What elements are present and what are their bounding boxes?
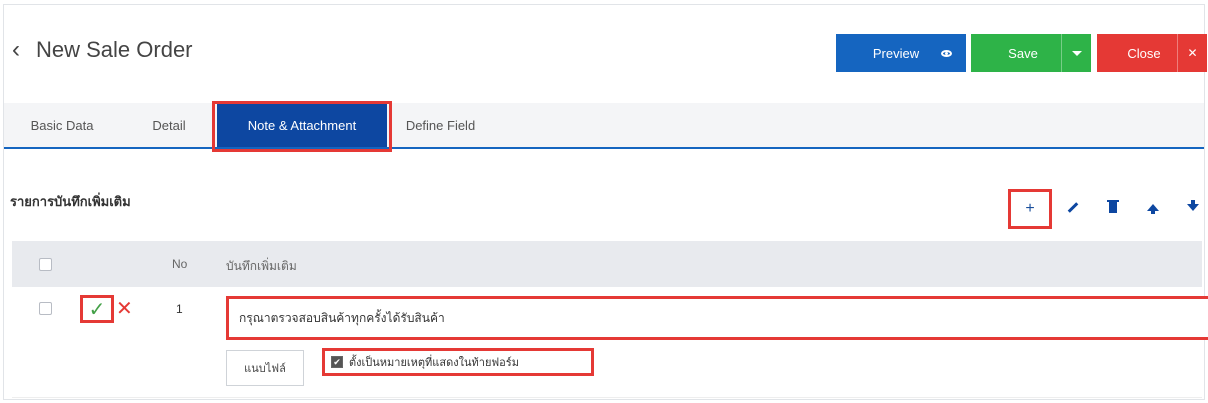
tab-basic-data[interactable]: Basic Data: [12, 103, 112, 147]
arrow-down-icon: [1187, 199, 1199, 211]
column-header-no: No: [172, 257, 188, 271]
arrow-up-icon: [1147, 203, 1159, 214]
footer-remark-option[interactable]: ✔ ตั้งเป็นหมายเหตุที่แสดงในท้ายฟอร์ม: [322, 348, 594, 376]
tab-detail[interactable]: Detail: [129, 103, 209, 147]
cancel-x-icon[interactable]: ✕: [116, 296, 133, 321]
tab-bar: Basic Data Detail Note & Attachment Defi…: [4, 103, 1204, 149]
attach-file-button[interactable]: แนบไฟล์: [226, 350, 304, 386]
close-button[interactable]: Close ✕: [1097, 34, 1207, 72]
footer-remark-checkbox[interactable]: ✔: [331, 356, 343, 368]
move-up-button[interactable]: [1134, 189, 1172, 225]
table-header: No บันทึกเพิ่มเติม: [12, 241, 1202, 287]
preview-label: Preview: [872, 45, 920, 61]
note-toolbar: +: [1008, 189, 1208, 229]
tab-define-field[interactable]: Define Field: [388, 103, 493, 147]
edit-note-button[interactable]: [1054, 189, 1092, 225]
save-label: Save: [1008, 45, 1038, 61]
close-label: Close: [1127, 45, 1161, 61]
highlight-box-tab: [212, 101, 392, 152]
plus-icon: +: [1025, 200, 1035, 217]
row-number: 1: [176, 302, 183, 316]
footer-remark-label: ตั้งเป็นหมายเหตุที่แสดงในท้ายฟอร์ม: [349, 356, 519, 369]
confirm-check-icon[interactable]: ✓: [80, 295, 114, 323]
select-all-checkbox[interactable]: [39, 258, 52, 271]
trash-icon: [1107, 199, 1119, 213]
back-chevron-icon[interactable]: ‹: [12, 37, 20, 63]
move-down-button[interactable]: [1174, 189, 1208, 225]
column-header-note: บันทึกเพิ่มเติม: [226, 259, 297, 273]
close-icon: ✕: [1177, 34, 1207, 72]
page-title: New Sale Order: [36, 37, 193, 62]
header: ‹ New Sale Order Preview Save Close ✕: [4, 5, 1207, 95]
page-frame: ‹ New Sale Order Preview Save Close ✕ Ba…: [3, 4, 1208, 400]
section-title: รายการบันทึกเพิ่มเติม: [10, 194, 131, 209]
save-button[interactable]: Save: [971, 34, 1091, 72]
pencil-icon: [1067, 201, 1079, 213]
caret-down-icon[interactable]: [1061, 34, 1091, 72]
row-checkbox[interactable]: [39, 302, 52, 315]
preview-button[interactable]: Preview: [836, 34, 966, 72]
note-input[interactable]: [226, 296, 1208, 340]
delete-note-button[interactable]: [1094, 189, 1132, 225]
eye-icon: [926, 34, 966, 72]
add-note-button[interactable]: +: [1008, 189, 1052, 229]
table-row: ✓ ✕ 1 แนบไฟล์ ✔ ตั้งเป็นหมายเหตุที่แสดงใ…: [12, 288, 1208, 398]
